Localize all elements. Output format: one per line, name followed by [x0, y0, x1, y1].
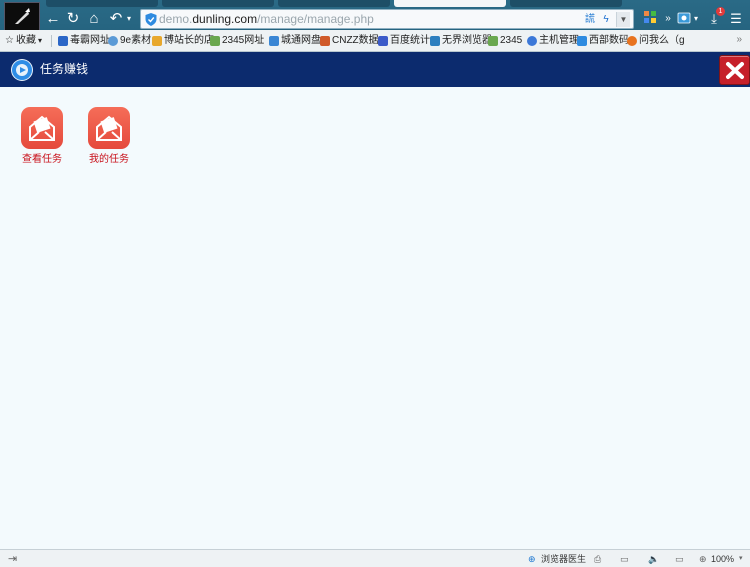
bookmark-item[interactable]: 城通网盘 [269, 34, 321, 48]
browser-tab[interactable] [278, 0, 390, 7]
bookmark-item[interactable]: 问我么（g [627, 34, 685, 48]
more-tools-icon[interactable]: » [660, 11, 676, 27]
view-tasks-tile[interactable]: 查看任务 [17, 107, 67, 169]
browser-tab[interactable] [162, 0, 274, 7]
zoom-dropdown-icon[interactable]: ▾ [739, 552, 743, 566]
bookmark-item[interactable]: 博站长的店 [152, 34, 214, 48]
print-icon[interactable]: ⎙ [594, 552, 601, 566]
bookmark-item[interactable]: 西部数码 [577, 34, 629, 48]
divider [51, 35, 52, 47]
envelope-icon [88, 107, 130, 149]
browser-logo-icon[interactable] [4, 2, 40, 32]
bookmarks-bar: ☆ 收藏 ▾ 毒霸网址 9e素材 博站长的店 2345网址 城通网盘 CNZZ数据 … [0, 30, 750, 52]
my-tasks-tile[interactable]: 我的任务 [84, 107, 134, 169]
bookmark-item[interactable]: 主机管理 [527, 34, 579, 48]
bookmark-item[interactable]: 2345 [488, 34, 522, 48]
status-bar: ⇥ ⊕ 浏览器医生 ⎙ ▭ 🔈 ▭ ⊕ 100% ▾ [0, 549, 750, 567]
translate-icon[interactable]: 謊 [584, 13, 596, 26]
bookmark-item[interactable]: 毒霸网址 [58, 34, 110, 48]
browser-tab[interactable] [46, 0, 158, 7]
favorites-button[interactable]: ☆ 收藏 ▾ [5, 34, 42, 48]
tab-strip [42, 0, 750, 7]
lightning-icon[interactable]: ϟ [600, 13, 612, 26]
browser-doctor-button[interactable]: 浏览器医生 [541, 552, 586, 566]
display-icon[interactable]: ▭ [620, 552, 629, 566]
screenshot-dropdown-icon[interactable]: ▾ [692, 11, 700, 27]
apps-grid-icon[interactable] [642, 11, 658, 27]
reload-button[interactable]: ↻ [64, 9, 82, 29]
browser-tab[interactable] [510, 0, 622, 7]
address-bar[interactable]: demo.dunling.com/manage/manage.php 謊 ϟ ▼ [140, 9, 634, 29]
app-logo-icon [11, 59, 33, 81]
app-header: 任务赚钱 [0, 52, 750, 87]
bookmark-item[interactable]: 2345网址 [210, 34, 264, 48]
tile-label: 我的任务 [89, 154, 129, 165]
page-title: 任务赚钱 [40, 62, 89, 76]
exit-icon[interactable]: ⇥ [8, 552, 17, 566]
zoom-level[interactable]: 100% [711, 552, 734, 566]
undo-dropdown-icon[interactable]: ▾ [124, 9, 134, 29]
screenshot-icon[interactable] [676, 11, 692, 27]
url-text[interactable]: demo.dunling.com/manage/manage.php [159, 12, 374, 27]
main-content: 查看任务 我的任务 [0, 87, 750, 549]
monitor-icon[interactable]: ▭ [675, 552, 684, 566]
back-button[interactable]: ← [44, 9, 62, 29]
address-dropdown-icon[interactable]: ▼ [616, 12, 630, 27]
envelope-icon [21, 107, 63, 149]
home-button[interactable]: ⌂ [85, 9, 103, 29]
bookmarks-more-icon[interactable]: » [736, 34, 742, 45]
download-badge: 1 [716, 7, 725, 16]
plus-circle-icon: ⊕ [528, 554, 536, 564]
star-icon: ☆ [5, 35, 14, 46]
bookmark-item[interactable]: 百度统计 [378, 34, 430, 48]
close-button[interactable] [719, 55, 750, 85]
browser-chrome: ← ↻ ⌂ ↶ ▾ demo.dunling.com/manage/manage… [0, 0, 750, 52]
close-icon [726, 62, 744, 79]
bookmark-item[interactable]: CNZZ数据 [320, 34, 379, 48]
tile-label: 查看任务 [22, 154, 62, 165]
undo-button[interactable]: ↶ [107, 9, 125, 29]
toolbar-right: » ▾ ⤓ ☰ [642, 9, 750, 29]
navigation-bar: ← ↻ ⌂ ↶ ▾ demo.dunling.com/manage/manage… [42, 7, 750, 30]
volume-icon[interactable]: 🔈 [648, 552, 659, 566]
bookmark-item[interactable]: 无界浏览器 [430, 34, 492, 48]
menu-icon[interactable]: ☰ [728, 11, 744, 27]
zoom-icon[interactable]: ⊕ [699, 552, 707, 566]
browser-tab-active[interactable] [394, 0, 506, 7]
shield-icon [145, 13, 157, 26]
bookmark-item[interactable]: 9e素材 [108, 34, 151, 48]
